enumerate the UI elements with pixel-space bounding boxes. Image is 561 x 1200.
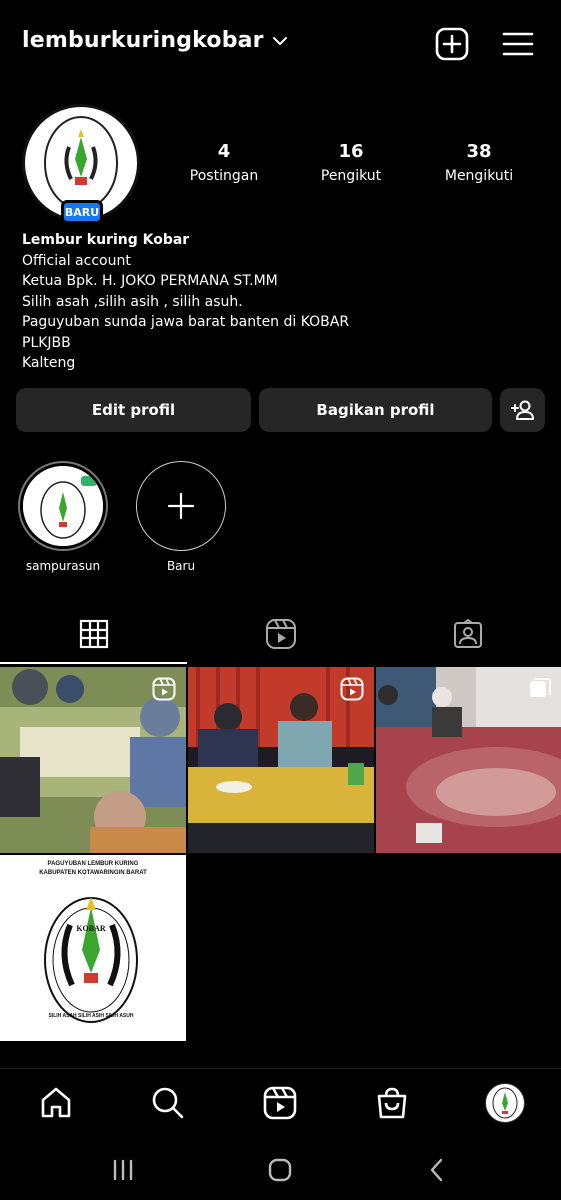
nav-shop[interactable] bbox=[372, 1083, 412, 1123]
highlight-label: sampurasun bbox=[25, 559, 101, 573]
nav-search[interactable] bbox=[148, 1083, 188, 1123]
stat-following[interactable]: 38 Mengikuti bbox=[424, 141, 534, 184]
highlight-label: Baru bbox=[166, 559, 196, 573]
home-icon bbox=[41, 1087, 71, 1118]
bio-line: PLKJBB bbox=[22, 334, 71, 351]
highlight-cover bbox=[23, 466, 103, 546]
stat-posts-label: Postingan bbox=[189, 168, 259, 184]
reels-icon bbox=[265, 619, 296, 649]
highlight-ring bbox=[136, 461, 226, 551]
tab-reels[interactable] bbox=[187, 604, 374, 664]
search-icon bbox=[152, 1087, 184, 1119]
stat-following-value: 38 bbox=[466, 141, 492, 162]
top-bar: lemburkuringkobar bbox=[0, 0, 561, 92]
grid-icon bbox=[79, 619, 108, 649]
tab-grid[interactable] bbox=[0, 604, 187, 664]
reels-icon bbox=[263, 1086, 297, 1120]
logo-icon bbox=[492, 1087, 518, 1119]
bio-line: Silih asah ,silih asih , silih asuh. bbox=[22, 293, 243, 310]
stat-posts-value: 4 bbox=[217, 141, 231, 162]
highlight-new[interactable]: Baru bbox=[136, 461, 226, 573]
bio-line: Paguyuban sunda jawa barat banten di KOB… bbox=[22, 314, 350, 330]
system-navigation-bar bbox=[0, 1140, 561, 1200]
add-post-icon[interactable] bbox=[434, 26, 470, 62]
post-image: PAGUYUBAN LEMBUR KURING KABUPATEN KOTAWA… bbox=[0, 855, 186, 1041]
bio-line: Ketua Bpk. H. JOKO PERMANA ST.MM bbox=[22, 273, 278, 289]
stat-following-label: Mengikuti bbox=[444, 168, 514, 184]
nav-profile[interactable] bbox=[485, 1083, 525, 1123]
profile-bio: Lembur kuring Kobar Official account Ket… bbox=[22, 230, 542, 374]
highlight-sampurasun[interactable]: sampurasun bbox=[18, 461, 108, 573]
stat-followers-value: 16 bbox=[338, 141, 364, 162]
multi-photo-icon bbox=[530, 678, 551, 697]
edit-profile-button[interactable]: Edit profil bbox=[16, 388, 251, 432]
post-thumbnail[interactable]: PAGUYUBAN LEMBUR KURING KABUPATEN KOTAWA… bbox=[0, 855, 186, 1041]
stat-followers[interactable]: 16 Pengikut bbox=[296, 141, 406, 184]
discover-people-button[interactable] bbox=[500, 388, 545, 432]
add-person-icon bbox=[510, 400, 534, 420]
new-badge: BARU bbox=[61, 200, 103, 224]
username-label: lemburkuringkobar bbox=[22, 28, 264, 53]
tab-tagged[interactable] bbox=[374, 604, 561, 664]
bio-line: Kalteng bbox=[22, 355, 76, 371]
highlight-ring bbox=[18, 461, 108, 551]
post-logo-motto: SILIH ASAH SILIH ASIH SILIH ASUH bbox=[48, 1013, 133, 1019]
nav-reels[interactable] bbox=[260, 1083, 300, 1123]
chevron-down-icon bbox=[272, 36, 287, 45]
profile-tabs bbox=[0, 604, 561, 664]
home-button-icon[interactable] bbox=[265, 1156, 295, 1184]
back-icon[interactable] bbox=[422, 1156, 452, 1184]
account-switcher[interactable]: lemburkuringkobar bbox=[22, 28, 288, 53]
share-profile-button[interactable]: Bagikan profil bbox=[259, 388, 492, 432]
nav-home[interactable] bbox=[36, 1083, 76, 1123]
reel-indicator-icon bbox=[152, 677, 176, 701]
reel-indicator-icon bbox=[340, 677, 364, 701]
bio-line: Official account bbox=[22, 252, 131, 269]
post-thumbnail[interactable] bbox=[188, 667, 374, 853]
tagged-icon bbox=[453, 618, 482, 648]
post-logo-caption: KABUPATEN KOTAWARINGIN BARAT bbox=[39, 870, 147, 876]
shopping-bag-icon bbox=[377, 1087, 407, 1119]
post-thumbnail[interactable] bbox=[376, 667, 561, 853]
post-thumbnail[interactable] bbox=[0, 667, 186, 853]
post-logo-kobar: KOBAR bbox=[76, 924, 106, 933]
display-name: Lembur kuring Kobar bbox=[22, 232, 190, 248]
avatar bbox=[485, 1083, 525, 1123]
plus-icon bbox=[167, 492, 195, 520]
menu-icon[interactable] bbox=[500, 26, 536, 62]
recent-apps-icon[interactable] bbox=[108, 1156, 138, 1184]
stat-posts[interactable]: 4 Postingan bbox=[169, 141, 279, 184]
bottom-navigation bbox=[0, 1068, 561, 1138]
post-logo-caption: PAGUYUBAN LEMBUR KURING bbox=[48, 861, 139, 867]
profile-avatar-container[interactable]: BARU bbox=[22, 104, 140, 224]
stat-followers-label: Pengikut bbox=[320, 168, 382, 184]
logo-icon bbox=[23, 466, 103, 546]
